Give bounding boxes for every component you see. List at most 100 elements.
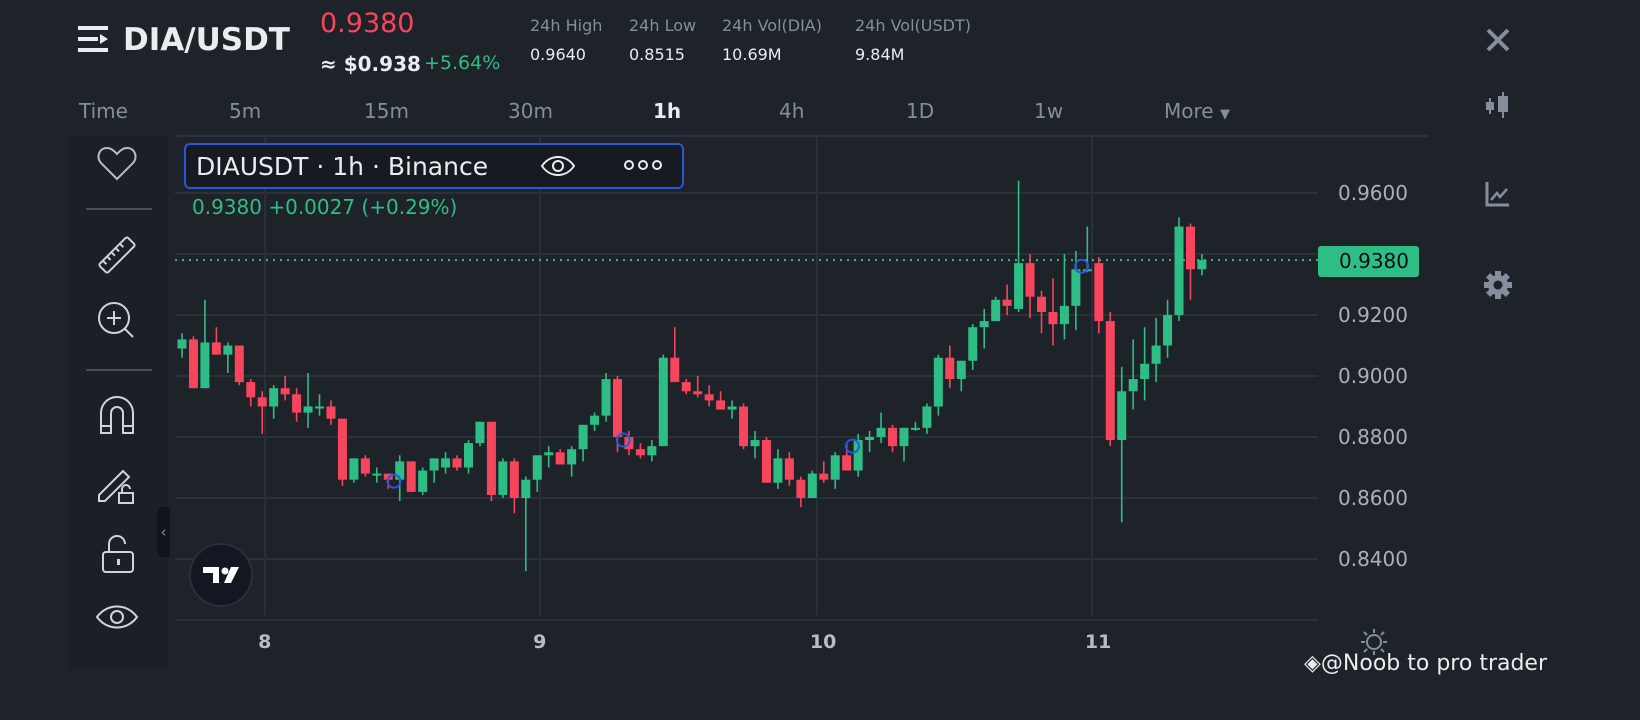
tradingview-logo[interactable] bbox=[189, 543, 253, 607]
candle-body bbox=[681, 382, 691, 392]
candle-body bbox=[704, 394, 714, 401]
trade-marker bbox=[386, 473, 402, 489]
candle-body bbox=[315, 406, 325, 409]
candle-body bbox=[544, 452, 554, 456]
candle-body bbox=[349, 458, 359, 480]
candle-body bbox=[773, 458, 783, 483]
candle-body bbox=[670, 357, 680, 383]
candle-body bbox=[658, 357, 668, 447]
candle-body bbox=[727, 406, 737, 410]
candle-body bbox=[177, 339, 187, 349]
candle-body bbox=[1094, 263, 1104, 322]
candle-body bbox=[1037, 296, 1046, 312]
candle-body bbox=[956, 360, 966, 380]
date-axis-label: 11 bbox=[1084, 631, 1112, 653]
candle-body bbox=[269, 388, 279, 407]
candle-body bbox=[945, 357, 955, 380]
binance-logo-icon: ◈ bbox=[1304, 651, 1321, 676]
candle-body bbox=[830, 455, 840, 480]
candle-body bbox=[1002, 299, 1012, 306]
price-axis-label: 0.9200 bbox=[1338, 303, 1408, 327]
candle-body bbox=[360, 458, 370, 474]
candle-body bbox=[1117, 391, 1127, 441]
candle-body bbox=[1025, 263, 1035, 297]
candle-body bbox=[876, 427, 886, 437]
eye-icon[interactable] bbox=[540, 154, 576, 178]
price-axis-label: 0.8400 bbox=[1338, 547, 1408, 571]
candle-body bbox=[1185, 226, 1195, 270]
candle-body bbox=[968, 327, 978, 361]
legend-values: 0.9380 +0.0027 (+0.29%) bbox=[192, 195, 458, 219]
candle-body bbox=[1048, 311, 1058, 325]
candle-body bbox=[1128, 379, 1138, 392]
candle-body bbox=[739, 406, 749, 447]
candlestick-chart[interactable] bbox=[0, 0, 1640, 720]
date-axis-label: 10 bbox=[809, 631, 837, 653]
candle-body bbox=[234, 345, 244, 383]
candle-body bbox=[796, 479, 806, 498]
candle-body bbox=[865, 437, 875, 441]
candle-body bbox=[991, 299, 1001, 322]
candle-body bbox=[532, 455, 542, 480]
candle-body bbox=[750, 440, 760, 447]
candle-body bbox=[922, 406, 932, 428]
price-axis-label: 0.9000 bbox=[1338, 364, 1408, 388]
candle-body bbox=[578, 424, 588, 450]
candle-body bbox=[819, 473, 829, 480]
candle-body bbox=[1014, 263, 1024, 309]
candle-body bbox=[498, 461, 508, 495]
candle-body bbox=[1059, 305, 1069, 325]
candle-body bbox=[716, 400, 726, 410]
candle-body bbox=[979, 321, 989, 328]
candle-body bbox=[406, 461, 416, 492]
candle-body bbox=[418, 470, 428, 492]
candle-body bbox=[326, 406, 336, 419]
candle-body bbox=[372, 473, 382, 476]
candle-body bbox=[521, 479, 531, 498]
date-axis-label: 9 bbox=[533, 631, 547, 653]
candle-body bbox=[807, 473, 817, 498]
candle-body bbox=[784, 458, 794, 480]
candle-body bbox=[246, 382, 256, 398]
candle-body bbox=[1105, 321, 1115, 441]
candle-body bbox=[475, 421, 485, 444]
candle-body bbox=[601, 379, 611, 416]
date-axis-label: 8 bbox=[258, 631, 272, 653]
candle-body bbox=[555, 452, 565, 465]
trade-marker bbox=[1074, 258, 1090, 274]
candle-body bbox=[280, 388, 290, 395]
candle-body bbox=[303, 406, 313, 413]
current-price-tag: 0.9380 bbox=[1318, 246, 1419, 277]
chart-legend: DIAUSDT · 1h · Binance bbox=[184, 143, 684, 189]
candle-body bbox=[647, 446, 657, 456]
candle-body bbox=[1174, 226, 1184, 315]
more-options-icon[interactable] bbox=[624, 159, 662, 171]
candle-body bbox=[567, 449, 577, 465]
price-axis-label: 0.8600 bbox=[1338, 486, 1408, 510]
candle-body bbox=[1163, 315, 1173, 346]
candle-body bbox=[1140, 363, 1150, 380]
candle-body bbox=[635, 449, 645, 456]
watermark: ◈@Noob to pro trader bbox=[1304, 651, 1547, 676]
candle-body bbox=[1071, 269, 1081, 306]
candle-body bbox=[693, 391, 703, 395]
candle-body bbox=[464, 443, 473, 468]
candle-body bbox=[223, 345, 233, 355]
candle-body bbox=[1197, 260, 1207, 270]
candle-body bbox=[429, 458, 439, 471]
price-axis-label: 0.8800 bbox=[1338, 425, 1408, 449]
candle-body bbox=[910, 427, 920, 430]
candle-body bbox=[441, 458, 451, 468]
candle-body bbox=[899, 427, 909, 447]
candle-body bbox=[211, 342, 221, 355]
candle-body bbox=[590, 415, 600, 425]
candle-body bbox=[257, 397, 267, 407]
candle-body bbox=[888, 427, 898, 447]
candle-body bbox=[933, 357, 943, 407]
candle-body bbox=[337, 418, 347, 480]
candle-body bbox=[200, 342, 210, 389]
legend-title: DIAUSDT · 1h · Binance bbox=[196, 152, 489, 181]
candle-body bbox=[761, 440, 771, 483]
candle-body bbox=[292, 394, 302, 413]
candle-body bbox=[452, 458, 462, 468]
